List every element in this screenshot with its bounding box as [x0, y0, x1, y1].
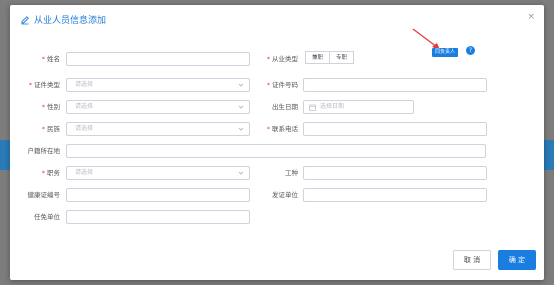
pencil-icon — [21, 15, 29, 24]
appointing-unit-input[interactable] — [66, 210, 250, 224]
birth-date-picker[interactable]: 选择日期 — [303, 100, 414, 114]
calendar-icon — [309, 104, 316, 111]
household-label: 户籍所在地 — [27, 147, 61, 155]
background-bar-left — [0, 140, 10, 170]
position-label: * 职务 — [41, 169, 60, 177]
id-type-placeholder: 请选择 — [75, 81, 94, 88]
health-cert-input[interactable] — [66, 188, 250, 202]
full-time-button[interactable]: 专职 — [330, 51, 355, 64]
id-type-label: * 证件类型 — [28, 81, 60, 89]
practitioner-type-group: 兼职 专职 — [305, 51, 355, 64]
gender-select[interactable]: 请选择 — [66, 100, 250, 114]
close-icon[interactable]: × — [527, 12, 535, 22]
health-cert-label: 健康证编号 — [27, 191, 61, 199]
question-icon[interactable]: ? — [466, 46, 475, 55]
phone-label: * 联系电话 — [266, 125, 298, 133]
ethnicity-label: * 民族 — [41, 125, 60, 133]
position-placeholder: 请选择 — [75, 169, 94, 176]
job-type-label: 工种 — [285, 169, 298, 177]
gender-label: * 性别 — [41, 103, 60, 111]
ethnicity-select[interactable]: 请选择 — [66, 122, 250, 136]
confirm-button[interactable]: 确 定 — [498, 250, 536, 270]
phone-input[interactable] — [303, 122, 487, 136]
dialog-title-text: 从业人员信息添加 — [34, 16, 107, 26]
dialog-title: 从业人员信息添加 — [20, 13, 106, 26]
id-number-label: * 证件号码 — [266, 81, 298, 89]
ethnicity-placeholder: 请选择 — [75, 125, 94, 132]
birth-date-label: 出生日期 — [272, 103, 298, 111]
add-practitioner-dialog: 从业人员信息添加 × — [10, 5, 544, 280]
background-bar-right — [544, 140, 554, 170]
same-as-responsible-tag[interactable]: 同负责人 — [432, 48, 459, 57]
practitioner-type-label: * 从业类型 — [266, 55, 298, 63]
issuer-label: 发证单位 — [272, 191, 298, 199]
name-label: * 姓名 — [41, 55, 60, 63]
job-type-input[interactable] — [303, 166, 487, 180]
id-number-input[interactable] — [303, 78, 487, 92]
birth-date-placeholder: 选择日期 — [320, 103, 345, 110]
household-input[interactable] — [66, 144, 486, 158]
part-time-button[interactable]: 兼职 — [305, 51, 331, 64]
id-type-select[interactable]: 请选择 — [66, 78, 250, 92]
gender-placeholder: 请选择 — [75, 103, 94, 110]
position-select[interactable]: 请选择 — [66, 166, 250, 180]
appointing-unit-label: 任免单位 — [34, 213, 60, 221]
cancel-button[interactable]: 取 消 — [453, 250, 491, 270]
name-input[interactable] — [66, 52, 250, 66]
issuer-input[interactable] — [303, 188, 487, 202]
